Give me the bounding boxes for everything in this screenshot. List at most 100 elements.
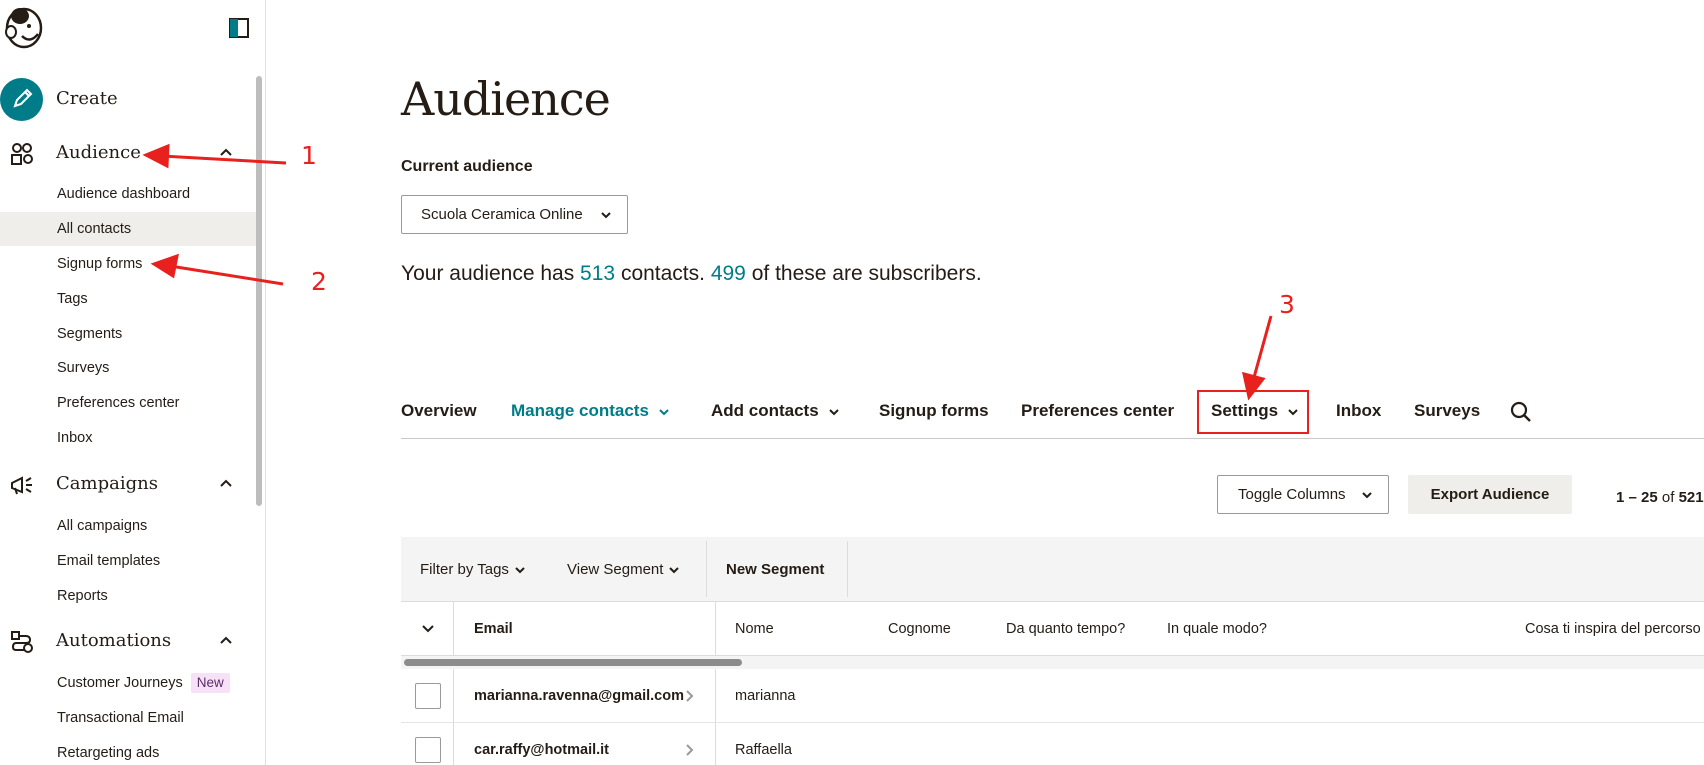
column-header-in-quale-modo[interactable]: In quale modo?: [1167, 602, 1267, 656]
megaphone-icon: [11, 476, 32, 495]
filter-by-tags-button[interactable]: Filter by Tags: [420, 537, 525, 602]
summary-suffix: of these are subscribers.: [751, 262, 982, 285]
row-email[interactable]: car.raffy@hotmail.it: [474, 723, 609, 765]
nav-audience[interactable]: Audience: [0, 132, 256, 172]
sidebar-item-preferences-center[interactable]: Preferences center: [0, 386, 256, 420]
new-segment-button[interactable]: New Segment: [726, 537, 824, 602]
collapse-sidebar-icon[interactable]: [229, 18, 249, 38]
column-header-da-quanto-tempo[interactable]: Da quanto tempo?: [1006, 602, 1125, 656]
table-row[interactable]: marianna.ravenna@gmail.com marianna: [401, 669, 1704, 723]
pencil-icon: [13, 88, 33, 108]
sidebar-item-segments[interactable]: Segments: [0, 317, 256, 351]
pager-of: of: [1661, 489, 1675, 506]
table-row[interactable]: car.raffy@hotmail.it Raffaella: [401, 723, 1704, 765]
filter-bar: Filter by Tags View Segment New Segment: [401, 537, 1704, 602]
tab-add-contacts[interactable]: Add contacts: [711, 401, 839, 421]
chevron-right-icon[interactable]: [684, 744, 694, 756]
nav-automations[interactable]: Automations: [0, 620, 256, 660]
sidebar-item-audience-dashboard[interactable]: Audience dashboard: [0, 177, 256, 211]
column-header-nome[interactable]: Nome: [735, 602, 774, 656]
tab-overview[interactable]: Overview: [401, 401, 477, 421]
sidebar-item-reports[interactable]: Reports: [0, 579, 256, 613]
column-divider: [715, 602, 716, 656]
row-checkbox[interactable]: [415, 737, 441, 763]
sidebar-item-email-templates[interactable]: Email templates: [0, 544, 256, 578]
contacts-count: 513: [580, 262, 616, 285]
chevron-down-icon: [1362, 492, 1372, 499]
row-checkbox[interactable]: [415, 683, 441, 709]
sidebar: Create Audience Audience dashboard All c…: [0, 0, 266, 765]
sidebar-item-transactional-email[interactable]: Transactional Email: [0, 701, 256, 735]
sidebar-item-inbox[interactable]: Inbox: [0, 421, 256, 455]
sidebar-item-tags[interactable]: Tags: [0, 282, 256, 316]
annotation-2: 2: [311, 267, 327, 296]
export-audience-button[interactable]: Export Audience: [1408, 475, 1572, 514]
row-email[interactable]: marianna.ravenna@gmail.com: [474, 669, 684, 723]
audience-icon: [11, 143, 33, 165]
tab-preferences-center[interactable]: Preferences center: [1021, 401, 1174, 421]
column-divider: [453, 723, 454, 765]
filter-divider: [706, 541, 707, 597]
audience-select[interactable]: Scuola Ceramica Online: [401, 195, 628, 234]
column-divider: [715, 669, 716, 723]
audience-select-value: Scuola Ceramica Online: [421, 206, 583, 223]
chevron-up-icon[interactable]: [218, 144, 234, 160]
subscribers-count: 499: [710, 262, 746, 285]
sidebar-item-all-campaigns[interactable]: All campaigns: [0, 509, 256, 543]
column-header-cognome[interactable]: Cognome: [888, 602, 951, 656]
chevron-down-icon: [669, 567, 680, 574]
row-nome: Raffaella: [735, 742, 792, 758]
page-title: Audience: [401, 72, 611, 126]
annotation-3: 3: [1279, 290, 1295, 319]
chevron-down-icon: [828, 408, 839, 415]
sidebar-item-customer-journeys-label: Customer Journeys: [57, 675, 183, 691]
current-audience-label: Current audience: [401, 158, 533, 175]
summary-prefix: Your audience has: [401, 262, 575, 285]
column-header-email[interactable]: Email: [474, 602, 513, 656]
tab-signup-forms[interactable]: Signup forms: [879, 401, 989, 421]
chevron-up-icon[interactable]: [218, 475, 234, 491]
pagination-summary: 1 – 25 of 521: [1616, 489, 1704, 506]
tab-add-contacts-label: Add contacts: [711, 401, 819, 420]
sidebar-item-retargeting-ads[interactable]: Retargeting ads: [0, 736, 256, 765]
chevron-down-icon: [515, 567, 525, 574]
filter-by-tags-label: Filter by Tags: [420, 561, 509, 578]
nav-automations-label: Automations: [56, 629, 172, 651]
column-divider: [453, 602, 454, 656]
toggle-columns-button[interactable]: Toggle Columns: [1217, 475, 1389, 514]
nav-campaigns-label: Campaigns: [56, 472, 158, 494]
sidebar-item-customer-journeys[interactable]: Customer Journeys New: [0, 666, 256, 700]
tab-manage-contacts[interactable]: Manage contacts: [511, 401, 669, 421]
column-divider: [453, 669, 454, 723]
tab-surveys[interactable]: Surveys: [1414, 401, 1480, 421]
search-icon[interactable]: [1510, 401, 1532, 423]
mailchimp-logo[interactable]: [2, 2, 44, 50]
column-header-cosa-ti-inspira[interactable]: Cosa ti inspira del percorso: [1525, 602, 1701, 656]
audience-summary: Your audience has 513 contacts. 499 of t…: [401, 262, 982, 286]
audience-tabs: Overview Manage contacts Add contacts Si…: [401, 393, 1704, 439]
view-segment-button[interactable]: View Segment: [567, 537, 680, 602]
row-nome: marianna: [735, 688, 796, 704]
nav-campaigns[interactable]: Campaigns: [0, 463, 256, 503]
tab-manage-contacts-label: Manage contacts: [511, 401, 649, 420]
sidebar-item-all-contacts[interactable]: All contacts: [0, 212, 256, 246]
chevron-up-icon[interactable]: [218, 632, 234, 648]
sidebar-item-signup-forms[interactable]: Signup forms: [0, 247, 256, 281]
annotation-1: 1: [301, 141, 317, 170]
nav-create-label: Create: [56, 87, 118, 109]
sidebar-scrollbar[interactable]: [256, 76, 262, 506]
automation-icon: [11, 631, 33, 653]
horizontal-scrollbar[interactable]: [404, 659, 742, 666]
nav-create[interactable]: Create: [0, 78, 256, 121]
pager-total: 521: [1678, 489, 1704, 506]
chevron-down-icon: [601, 212, 611, 219]
view-segment-label: View Segment: [567, 561, 664, 578]
column-divider: [715, 723, 716, 765]
chevron-right-icon[interactable]: [684, 690, 694, 702]
sidebar-item-surveys[interactable]: Surveys: [0, 351, 256, 385]
nav-audience-label: Audience: [56, 141, 141, 163]
select-all-chevron-icon[interactable]: [422, 624, 434, 634]
tab-inbox[interactable]: Inbox: [1336, 401, 1381, 421]
pager-range: 1 – 25: [1616, 489, 1658, 506]
table-header: Email Nome Cognome Da quanto tempo? In q…: [401, 602, 1704, 656]
